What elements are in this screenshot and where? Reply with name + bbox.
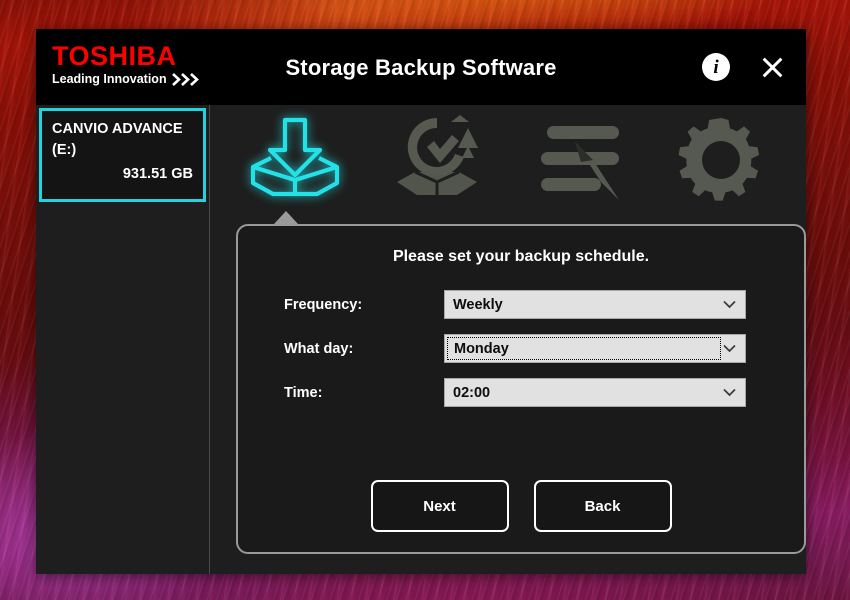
brand-name: TOSHIBA (52, 41, 177, 71)
tab-backup[interactable] (243, 110, 347, 210)
time-value: 02:00 (453, 384, 491, 401)
schedule-panel: Please set your backup schedule. Frequen… (236, 224, 806, 554)
brand-tagline-text: Leading Innovation (52, 72, 167, 86)
tab-log[interactable] (527, 110, 631, 210)
window-body: CANVIO ADVANCE (E:) 931.51 GB Please set… (36, 105, 806, 574)
chevron-down-icon (723, 335, 736, 362)
titlebar-controls: i (702, 29, 786, 105)
what-day-label: What day: (284, 340, 354, 357)
device-capacity: 931.51 GB (122, 166, 193, 182)
next-button[interactable]: Next (370, 480, 509, 532)
form-row-what-day: What day: Monday (238, 334, 804, 363)
backup-download-icon (247, 114, 343, 206)
active-tab-pointer (274, 211, 298, 224)
chevron-down-icon (723, 379, 736, 406)
brand-tagline-row: Leading Innovation (52, 71, 252, 87)
desktop-wallpaper: TOSHIBA Leading Innovation Storage Backu… (0, 0, 850, 600)
close-icon[interactable] (758, 53, 786, 81)
what-day-value: Monday (454, 340, 509, 357)
frequency-select[interactable]: Weekly (444, 290, 746, 319)
what-day-select[interactable]: Monday (444, 334, 746, 363)
what-day-select-inner: Monday (447, 337, 721, 360)
panel-heading: Please set your backup schedule. (392, 248, 650, 265)
device-name: CANVIO ADVANCE (52, 121, 183, 137)
chevron-down-icon (723, 291, 736, 318)
title-bar: TOSHIBA Leading Innovation Storage Backu… (36, 29, 806, 105)
tab-restore[interactable] (385, 110, 489, 210)
toolbar (210, 105, 806, 215)
form-row-frequency: Frequency: Weekly (238, 290, 804, 319)
chevron-triple-icon (171, 72, 202, 86)
application-window: TOSHIBA Leading Innovation Storage Backu… (36, 29, 806, 574)
back-button[interactable]: Back (533, 480, 672, 532)
time-select-inner: 02:00 (447, 381, 721, 404)
toshiba-logo: TOSHIBA Leading Innovation (52, 41, 252, 87)
sidebar: CANVIO ADVANCE (E:) 931.51 GB (36, 105, 210, 574)
restore-refresh-icon (389, 114, 485, 206)
time-select[interactable]: 02:00 (444, 378, 746, 407)
frequency-label: Frequency: (284, 296, 363, 313)
frequency-value: Weekly (453, 296, 503, 313)
info-icon[interactable]: i (702, 53, 730, 81)
form-row-time: Time: 02:00 (238, 378, 804, 407)
sidebar-item-device[interactable]: CANVIO ADVANCE (E:) 931.51 GB (39, 108, 206, 202)
time-label: Time: (284, 384, 323, 401)
panel-buttons: Next Back (238, 480, 804, 532)
log-pencil-icon (531, 114, 627, 206)
tab-settings[interactable] (669, 110, 773, 210)
gear-icon (673, 114, 769, 206)
main-content: Please set your backup schedule. Frequen… (210, 105, 806, 574)
frequency-select-inner: Weekly (447, 293, 721, 316)
device-drive-letter: (E:) (52, 142, 77, 158)
